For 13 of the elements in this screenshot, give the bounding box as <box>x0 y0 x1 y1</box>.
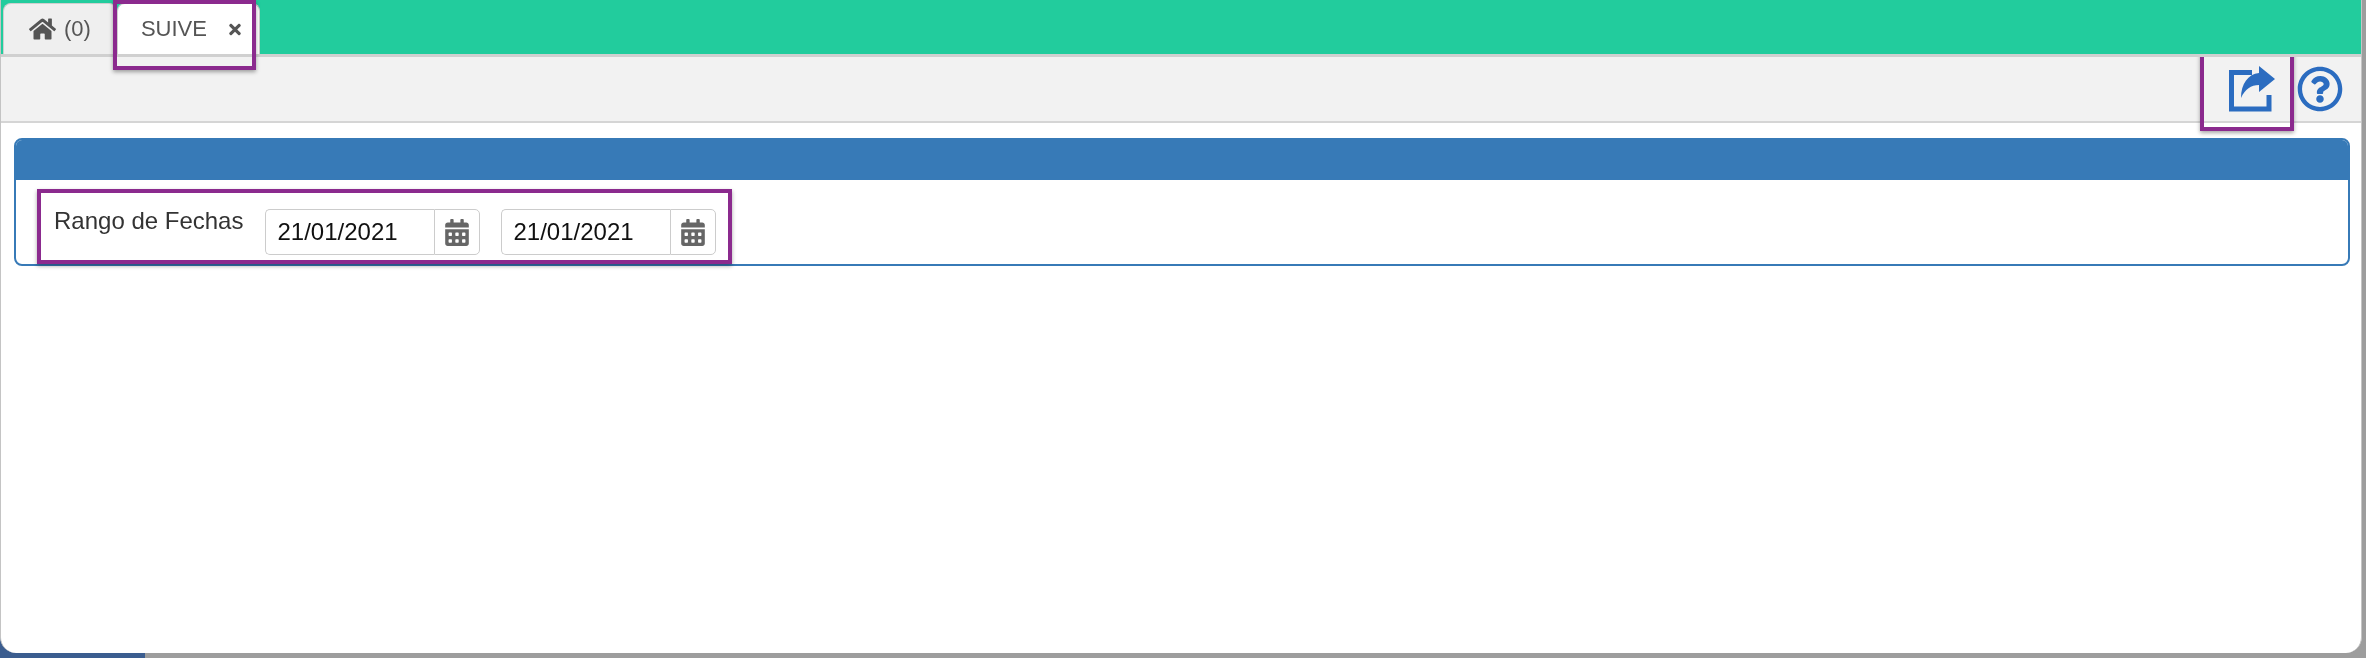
date-field[interactable]: 21/01/2021 <box>265 209 435 255</box>
tab[interactable]: SUIVE <box>116 3 260 54</box>
calendar-icon <box>445 218 470 246</box>
date-field[interactable]: 21/01/2021 <box>501 209 671 255</box>
calendar-icon <box>681 218 706 246</box>
help-icon <box>2297 66 2343 112</box>
home-icon <box>29 17 56 41</box>
calendar-button[interactable] <box>434 209 481 255</box>
share-button[interactable] <box>2228 65 2276 113</box>
field-label: Rango de Fechas <box>54 206 244 236</box>
help-button[interactable] <box>2296 65 2344 113</box>
share-icon <box>2228 66 2276 112</box>
calendar-button[interactable] <box>670 209 717 255</box>
